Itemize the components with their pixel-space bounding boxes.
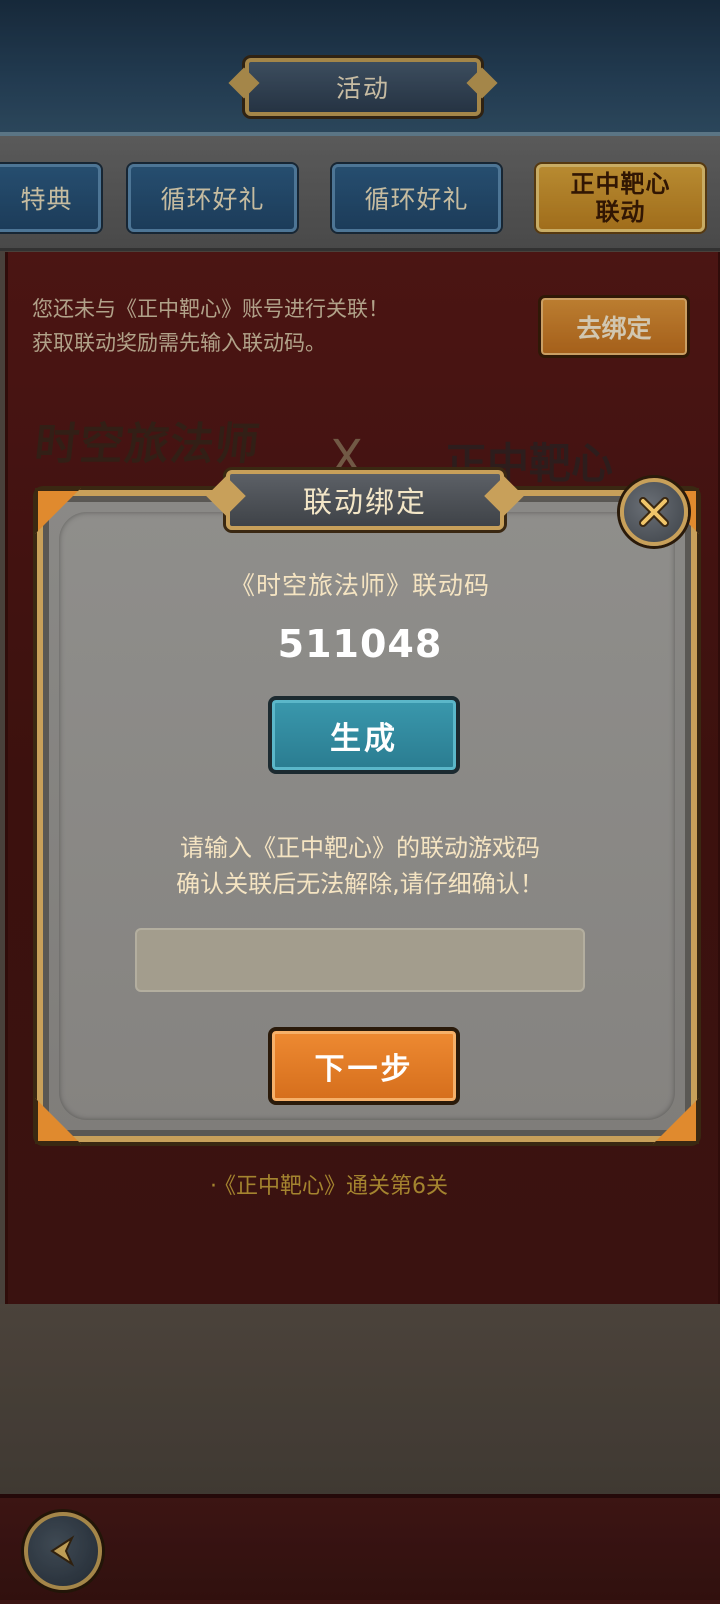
generate-button[interactable]: 生成 xyxy=(268,696,460,774)
collab-code-value: 511048 xyxy=(277,622,443,666)
collab-code-input[interactable] xyxy=(135,928,585,992)
next-step-button[interactable]: 下一步 xyxy=(268,1027,460,1105)
close-x-icon xyxy=(639,497,669,527)
collab-code-label: 《时空旅法师》联动码 xyxy=(229,571,490,600)
input-instructions: 请输入《正中靶心》的联动游戏码 确认关联后无法解除,请仔细确认！ xyxy=(110,830,610,902)
close-button[interactable] xyxy=(620,478,688,546)
instruction-line-1: 请输入《正中靶心》的联动游戏码 xyxy=(180,834,540,862)
instruction-line-2: 确认关联后无法解除,请仔细确认！ xyxy=(176,870,544,898)
dialog-title: 联动绑定 xyxy=(226,470,504,530)
